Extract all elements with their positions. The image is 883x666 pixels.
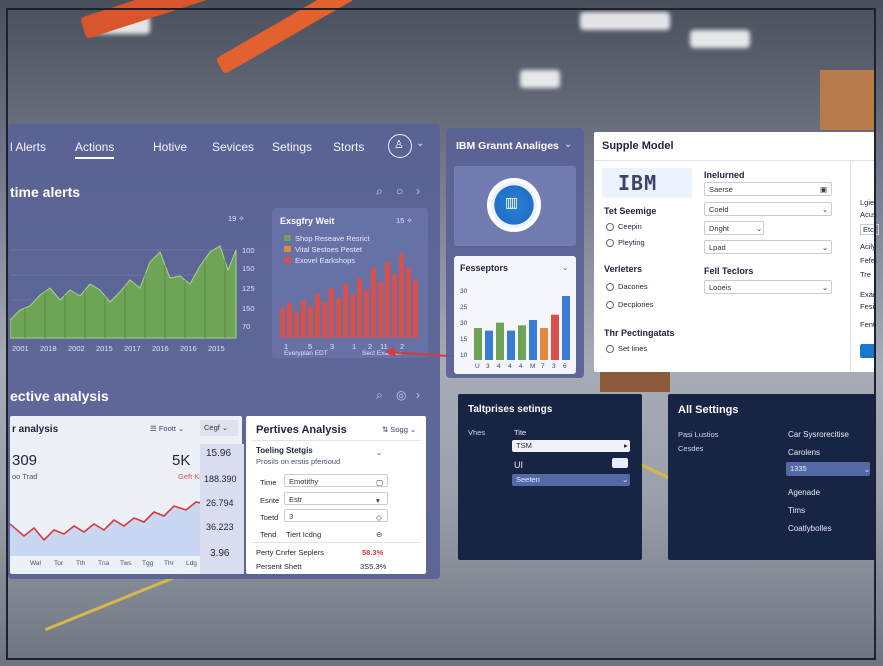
screen-frame [6,8,876,660]
